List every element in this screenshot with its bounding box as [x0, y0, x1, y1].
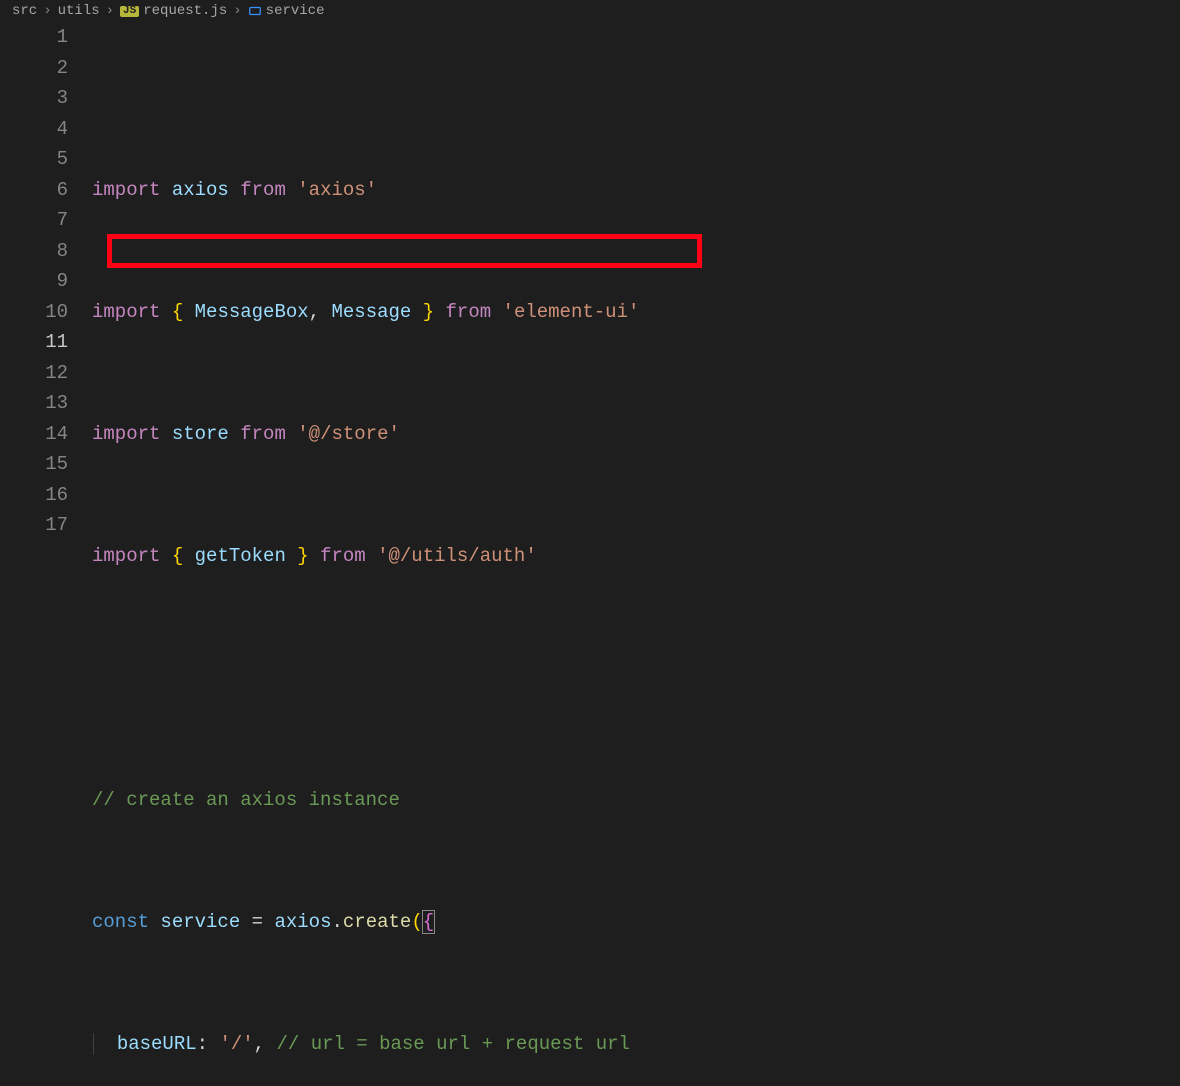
chevron-right-icon: ›: [233, 4, 241, 18]
identifier: service: [160, 911, 240, 933]
code-line[interactable]: import { getToken } from '@/utils/auth': [92, 541, 1180, 572]
breadcrumb[interactable]: src › utils › JS request.js › service: [0, 0, 1180, 22]
js-file-icon: JS: [120, 6, 139, 17]
function: create: [343, 911, 411, 933]
line-number: 10: [0, 297, 68, 328]
paren: (: [411, 911, 422, 933]
identifier: store: [172, 423, 229, 445]
keyword: const: [92, 911, 149, 933]
keyword: from: [240, 179, 286, 201]
operator: =: [252, 911, 263, 933]
code-editor[interactable]: 1 2 3 4 5 6 7 8 9 10 11 12 13 14 15 16 1…: [0, 22, 1180, 1086]
symbol-variable-icon: [248, 4, 262, 19]
code-content[interactable]: import axios from 'axios' import { Messa…: [92, 22, 1180, 1086]
string: '@/utils/auth': [377, 545, 537, 567]
punct: :: [197, 1033, 208, 1055]
breadcrumb-file[interactable]: request.js: [143, 4, 227, 18]
keyword: from: [240, 423, 286, 445]
code-line[interactable]: import axios from 'axios': [92, 175, 1180, 206]
line-number: 3: [0, 83, 68, 114]
brace: {: [422, 910, 435, 934]
code-line[interactable]: import store from '@/store': [92, 419, 1180, 450]
comment: // url = base url + request url: [276, 1033, 629, 1055]
punct: ,: [309, 301, 320, 323]
breadcrumb-symbol[interactable]: service: [266, 4, 325, 18]
string: 'axios': [297, 179, 377, 201]
identifier: axios: [274, 911, 331, 933]
brace: }: [297, 545, 308, 567]
chevron-right-icon: ›: [43, 4, 51, 18]
line-number: 7: [0, 205, 68, 236]
line-number-gutter: 1 2 3 4 5 6 7 8 9 10 11 12 13 14 15 16 1…: [0, 22, 92, 1086]
identifier: Message: [331, 301, 411, 323]
code-line[interactable]: const service = axios.create({: [92, 907, 1180, 938]
highlight-box: [107, 234, 702, 268]
code-line[interactable]: baseURL: '/', // url = base url + reques…: [92, 1029, 1180, 1060]
code-line[interactable]: [92, 663, 1180, 694]
property: baseURL: [117, 1033, 197, 1055]
line-number: 13: [0, 388, 68, 419]
line-number: 16: [0, 480, 68, 511]
comment: // create an axios instance: [92, 789, 400, 811]
brace: {: [172, 545, 183, 567]
keyword: import: [92, 545, 160, 567]
brace: {: [172, 301, 183, 323]
punct: ,: [254, 1033, 265, 1055]
line-number: 9: [0, 266, 68, 297]
keyword: import: [92, 179, 160, 201]
keyword: from: [446, 301, 492, 323]
code-line[interactable]: import { MessageBox, Message } from 'ele…: [92, 297, 1180, 328]
line-number: 12: [0, 358, 68, 389]
line-number: 4: [0, 114, 68, 145]
string: 'element-ui': [503, 301, 640, 323]
keyword: import: [92, 423, 160, 445]
punct: .: [331, 911, 342, 933]
line-number: 8: [0, 236, 68, 267]
breadcrumb-segment[interactable]: src: [12, 4, 37, 18]
line-number: 5: [0, 144, 68, 175]
line-number: 15: [0, 449, 68, 480]
line-number: 14: [0, 419, 68, 450]
string: '/': [219, 1033, 253, 1055]
string: '@/store': [297, 423, 400, 445]
line-number: 6: [0, 175, 68, 206]
identifier: getToken: [195, 545, 286, 567]
identifier: MessageBox: [195, 301, 309, 323]
line-number: 17: [0, 510, 68, 541]
line-number: 11: [0, 327, 68, 358]
line-number: 1: [0, 22, 68, 53]
code-line[interactable]: // create an axios instance: [92, 785, 1180, 816]
keyword: import: [92, 301, 160, 323]
brace: }: [423, 301, 434, 323]
identifier: axios: [172, 179, 229, 201]
chevron-right-icon: ›: [106, 4, 114, 18]
line-number: 2: [0, 53, 68, 84]
breadcrumb-segment[interactable]: utils: [58, 4, 100, 18]
keyword: from: [320, 545, 366, 567]
